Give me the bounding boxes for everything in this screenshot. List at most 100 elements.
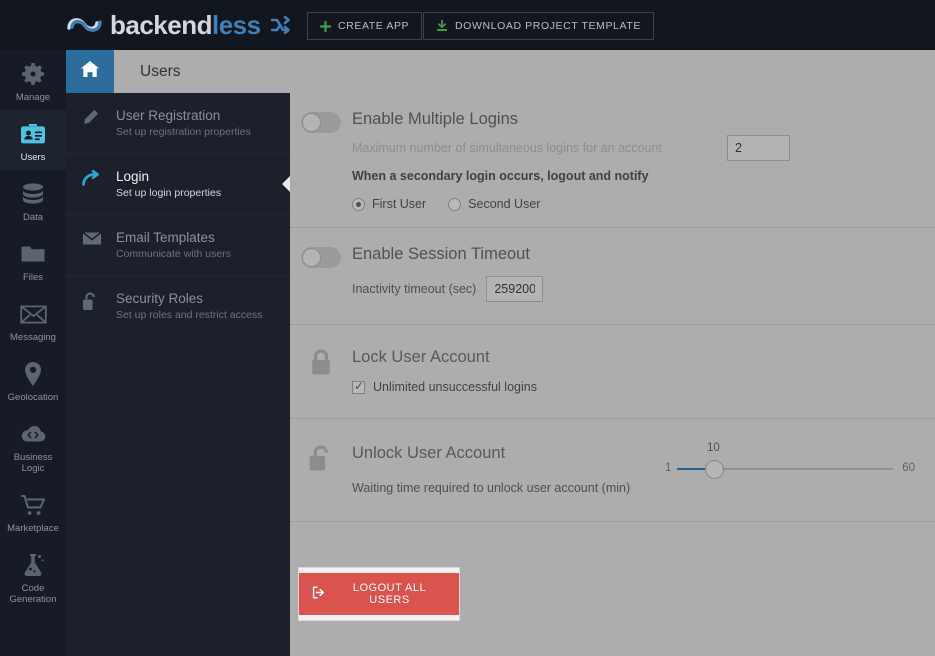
shuffle-icon <box>270 15 290 35</box>
sidebar-item-messaging-label: Messaging <box>10 332 56 343</box>
subnav-item-login-title: Login <box>116 169 150 184</box>
unlock-user-account-title: Unlock User Account <box>352 444 506 462</box>
database-icon <box>2 179 64 209</box>
slider-max-label: 60 <box>902 462 915 474</box>
sidebar-item-marketplace[interactable]: Marketplace <box>0 481 66 541</box>
create-app-button[interactable]: CREATE APP <box>307 12 423 40</box>
logout-panel: LOGOUT ALL USERS <box>298 567 460 621</box>
content-bottom-strip <box>290 638 935 656</box>
section-multiple-logins: Enable Multiple Logins Maximum number of… <box>290 93 935 228</box>
download-project-template-button[interactable]: DOWNLOAD PROJECT TEMPLATE <box>423 12 654 40</box>
slider-thumb[interactable] <box>705 460 724 479</box>
download-project-template-label: DOWNLOAD PROJECT TEMPLATE <box>455 20 641 32</box>
radio-first-user[interactable] <box>352 197 365 211</box>
inactivity-timeout-row: Inactivity timeout (sec) <box>352 276 925 302</box>
logout-all-users-button[interactable]: LOGOUT ALL USERS <box>299 573 459 615</box>
map-pin-icon <box>2 359 64 389</box>
gear-icon <box>2 59 64 89</box>
download-icon <box>436 20 448 32</box>
subnav-item-user-registration-subtitle: Set up registration properties <box>116 126 251 138</box>
radio-first-user-label: First User <box>372 197 427 211</box>
subnav-item-login[interactable]: Login Set up login properties <box>66 154 291 215</box>
section-lock-user-account: Lock User Account Unlimited unsuccessful… <box>290 325 935 419</box>
sidebar-item-business-logic[interactable]: Business Logic <box>0 410 66 481</box>
infinity-loop-icon <box>66 12 104 38</box>
unlock-waiting-time-label: Waiting time required to unlock user acc… <box>352 481 631 495</box>
toggle-knob <box>302 113 321 132</box>
subnav-item-email-templates-title: Email Templates <box>116 230 215 245</box>
section-unlock-user-account: Unlock User Account Waiting time require… <box>290 419 935 522</box>
sidebar-item-users-label: Users <box>20 152 46 163</box>
unlimited-unsuccessful-logins-label: Unlimited unsuccessful logins <box>373 380 537 394</box>
main-content: Enable Multiple Logins Maximum number of… <box>290 93 935 656</box>
home-button[interactable] <box>66 50 114 93</box>
envelope-icon <box>82 229 104 261</box>
top-bar: backendless CREATE APP DOWNLOAD PROJECT … <box>0 0 935 50</box>
users-card-icon <box>2 119 64 149</box>
secondary-login-hint: When a secondary login occurs, logout an… <box>352 169 649 183</box>
sidebar-item-data-label: Data <box>22 212 44 223</box>
logo-text-primary: backend <box>110 10 213 40</box>
max-logins-input[interactable] <box>727 135 790 161</box>
home-icon <box>80 60 100 83</box>
subnav-item-email-templates[interactable]: Email Templates Communicate with users <box>66 215 290 276</box>
unlock-waiting-time-slider[interactable]: 1 60 10 <box>665 442 915 483</box>
lock-icon-wrap <box>290 347 352 382</box>
shopping-cart-icon <box>2 490 64 520</box>
toggle-knob <box>302 248 321 267</box>
radio-option-second-user[interactable]: Second User <box>448 197 540 211</box>
backendless-logo[interactable]: backendless <box>66 6 290 44</box>
subnav-item-email-templates-subtitle: Communicate with users <box>116 248 231 260</box>
sidebar-item-messaging[interactable]: Messaging <box>0 290 66 350</box>
page-header: Users <box>66 50 935 93</box>
sidebar-item-users[interactable]: Users <box>0 110 66 170</box>
sidebar-item-manage[interactable]: Manage <box>0 50 66 110</box>
flask-icon <box>2 550 64 580</box>
subnav-item-security-roles[interactable]: Security Roles Set up roles and restrict… <box>66 276 290 336</box>
sidebar-item-business-logic-label: Business Logic <box>13 452 53 474</box>
logout-all-users-label: LOGOUT ALL USERS <box>352 582 427 606</box>
sidebar-item-manage-label: Manage <box>15 92 51 103</box>
unlimited-unsuccessful-logins-checkbox[interactable] <box>352 379 365 394</box>
sidebar-item-files-label: Files <box>22 272 44 283</box>
lock-user-account-title: Lock User Account <box>352 348 490 366</box>
sidebar-item-marketplace-label: Marketplace <box>7 523 59 534</box>
subnav-item-login-subtitle: Set up login properties <box>116 187 222 199</box>
inactivity-timeout-label: Inactivity timeout (sec) <box>352 282 477 296</box>
logout-icon <box>312 586 325 602</box>
max-logins-label: Maximum number of simultaneous logins fo… <box>352 141 662 155</box>
radio-second-user-label: Second User <box>468 197 541 211</box>
slider-min-label: 1 <box>665 462 672 474</box>
radio-second-user[interactable] <box>448 197 462 211</box>
logo-wordmark: backendless <box>110 12 261 38</box>
plus-icon <box>320 20 331 32</box>
sidebar-item-code-generation-label: Code Generation <box>9 583 57 605</box>
unlimited-logins-checkbox-row[interactable]: Unlimited unsuccessful logins <box>352 379 925 394</box>
enable-multiple-logins-toggle[interactable] <box>301 112 341 133</box>
section-session-timeout: Enable Session Timeout Inactivity timeou… <box>290 228 935 325</box>
primary-sidebar: Manage Users Data Files Messaging Geoloc… <box>0 50 66 656</box>
subnav-item-security-roles-title: Security Roles <box>116 291 204 306</box>
sidebar-item-data[interactable]: Data <box>0 170 66 230</box>
sidebar-item-files[interactable]: Files <box>0 230 66 290</box>
max-logins-row: Maximum number of simultaneous logins fo… <box>352 135 925 161</box>
sidebar-item-geolocation-label: Geolocation <box>7 392 59 403</box>
session-timeout-title: Enable Session Timeout <box>352 245 530 263</box>
slider-value-label: 10 <box>707 442 720 454</box>
folder-icon <box>2 239 64 269</box>
secondary-sidebar: User Registration Set up registration pr… <box>66 93 291 656</box>
create-app-label: CREATE APP <box>338 20 410 32</box>
multiple-logins-toggle-wrap <box>290 109 352 133</box>
logo-text-accent: less <box>212 10 261 40</box>
unlock-icon <box>82 290 104 322</box>
application-window: backendless CREATE APP DOWNLOAD PROJECT … <box>0 0 935 656</box>
radio-option-first-user[interactable]: First User <box>352 197 426 211</box>
enable-session-timeout-toggle[interactable] <box>301 247 341 268</box>
sidebar-item-geolocation[interactable]: Geolocation <box>0 350 66 410</box>
sidebar-item-code-generation[interactable]: Code Generation <box>0 541 66 612</box>
lock-open-icon <box>308 445 334 478</box>
subnav-item-user-registration[interactable]: User Registration Set up registration pr… <box>66 93 290 154</box>
inactivity-timeout-input[interactable] <box>486 276 544 302</box>
subnav-item-security-roles-subtitle: Set up roles and restrict access <box>116 309 263 321</box>
unlock-icon-wrap <box>290 443 352 478</box>
